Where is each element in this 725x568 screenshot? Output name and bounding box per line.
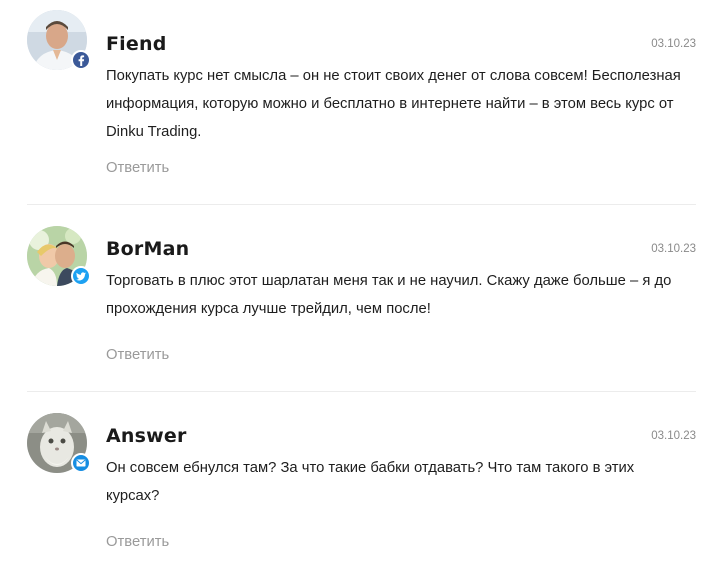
avatar-container — [27, 413, 91, 475]
comment-item: Answer 03.10.23 Он совсем ебнулся там? З… — [27, 392, 696, 568]
comment-text: Он совсем ебнулся там? За что такие бабк… — [106, 460, 635, 504]
comment-author: Fiend — [106, 33, 167, 55]
mail-icon — [71, 453, 91, 473]
facebook-icon — [71, 50, 91, 70]
reply-button[interactable]: Ответить — [106, 160, 169, 176]
comment-item: BorMan 03.10.23 Торговать в плюс этот ша… — [27, 205, 696, 392]
reply-button[interactable]: Ответить — [106, 347, 169, 363]
comment-text: Торговать в плюс этот шарлатан меня так … — [106, 273, 672, 317]
comment-date: 03.10.23 — [651, 243, 696, 255]
comment-date: 03.10.23 — [651, 38, 696, 50]
twitter-icon — [71, 266, 91, 286]
comments-list: Fiend 03.10.23 Покупать курс нет смысла … — [27, 0, 696, 568]
comment-author: BorMan — [106, 238, 190, 260]
reply-button[interactable]: Ответить — [106, 534, 169, 550]
comment-author: Answer — [106, 425, 187, 447]
avatar-container — [27, 226, 91, 288]
avatar-container — [27, 10, 91, 72]
comment-date: 03.10.23 — [651, 430, 696, 442]
comment-item: Fiend 03.10.23 Покупать курс нет смысла … — [27, 0, 696, 205]
comment-text: Покупать курс нет смысла – он не стоит с… — [106, 68, 681, 140]
